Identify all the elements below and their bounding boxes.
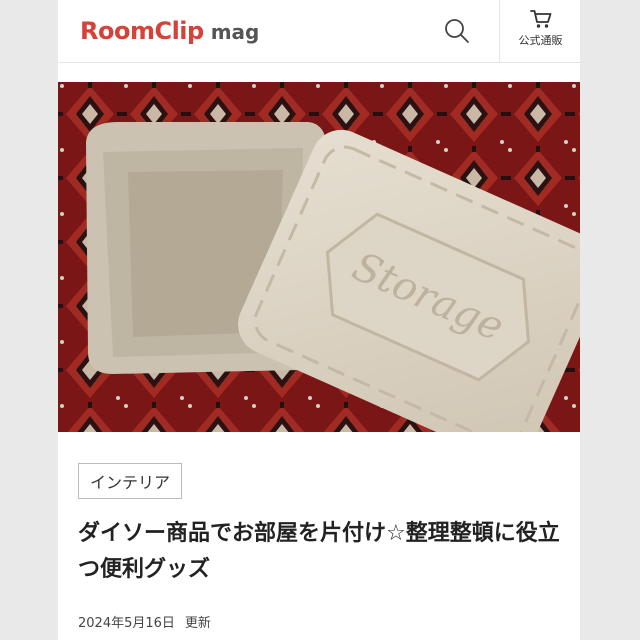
site-logo[interactable]: RoomClip mag (80, 17, 259, 45)
cart-icon (529, 10, 551, 28)
article-title: ダイソー商品でお部屋を片付け☆整理整頓に役立つ便利グッズ (78, 521, 560, 582)
site-header: RoomClip mag 公式通販 (58, 0, 580, 63)
search-button[interactable] (442, 16, 472, 46)
update-date: 2024年5月16日 更新 (78, 612, 211, 631)
logo-main-text: RoomClip (80, 17, 204, 45)
date-value: 2024年5月16日 (78, 616, 175, 631)
hero-photo: Storage (58, 82, 580, 432)
page-container: RoomClip mag 公式通販 Storage インテリア ダイソー商品でお… (58, 0, 580, 640)
search-icon (445, 19, 469, 43)
official-shop-label: 公式通販 (518, 34, 563, 47)
hero-image[interactable]: Storage (58, 82, 580, 432)
official-shop-button[interactable]: 公式通販 (499, 0, 580, 62)
category-tag[interactable]: インテリア (78, 463, 183, 499)
logo-sub-text: mag (210, 20, 260, 44)
date-suffix: 更新 (184, 616, 211, 631)
